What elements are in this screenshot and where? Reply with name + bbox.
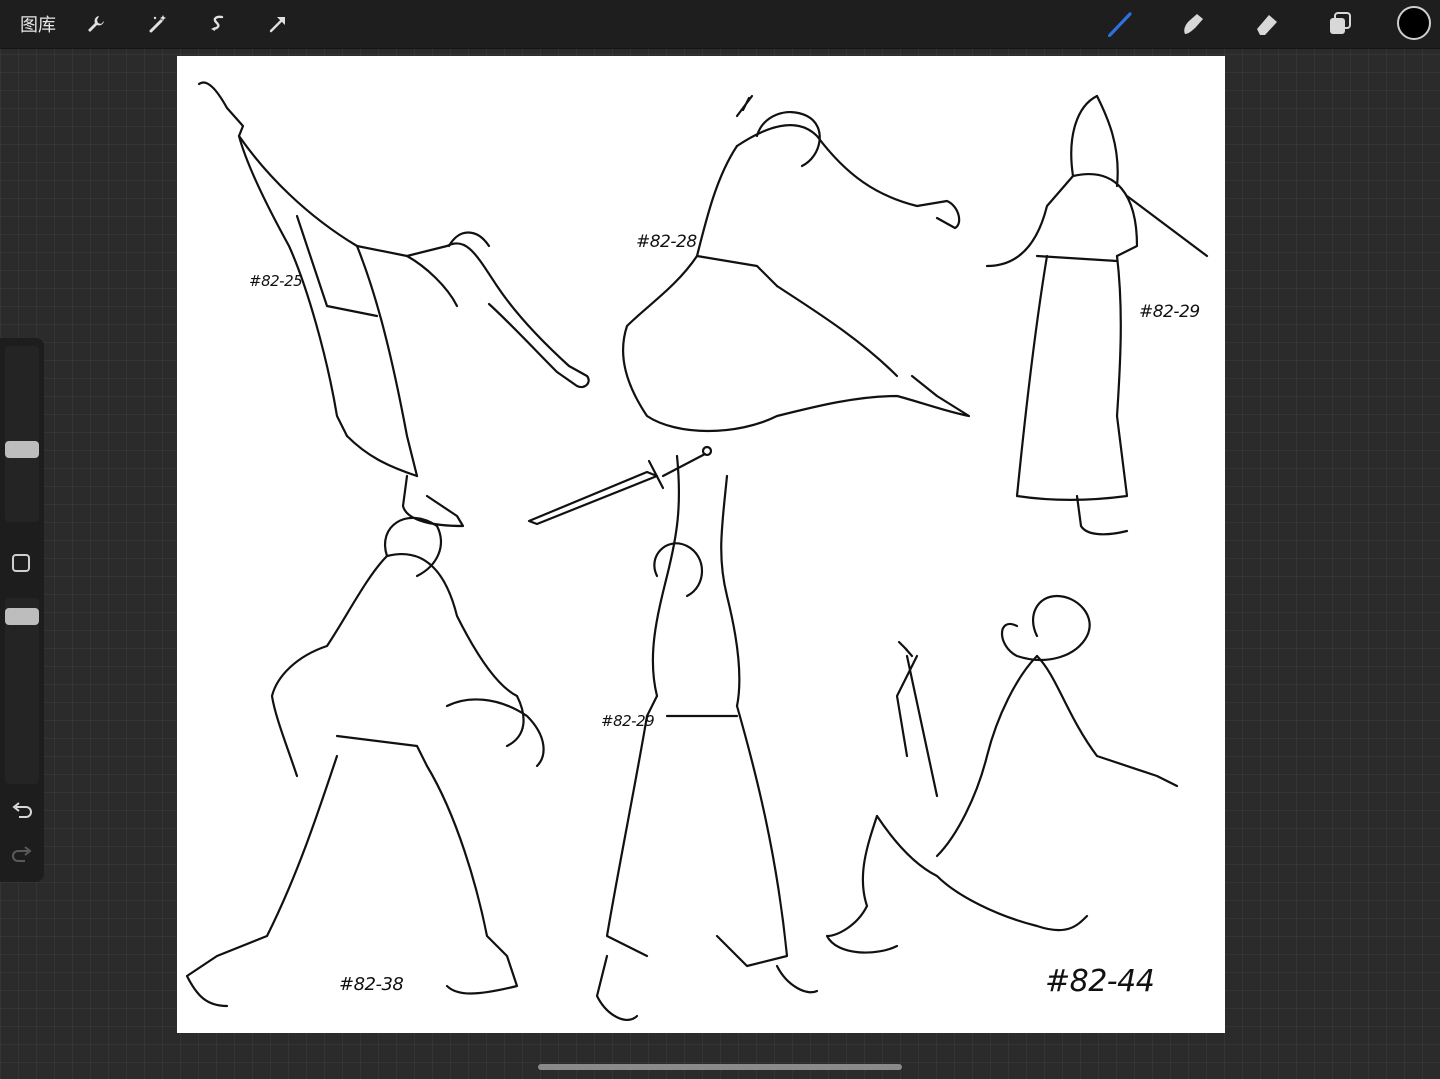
modify-button[interactable] <box>12 554 30 572</box>
figure-seated-sketch <box>825 594 1179 954</box>
side-toolbar <box>0 338 44 882</box>
sword-sketch <box>527 445 713 526</box>
transform-arrow-icon <box>269 17 285 33</box>
sketch-label-1: #82-25 <box>249 272 303 290</box>
sketch-label-4: #82-38 <box>339 974 404 995</box>
layers-icon <box>1330 12 1351 34</box>
sketch-label-6: #82-44 <box>1045 964 1155 999</box>
wrench-icon <box>88 16 104 32</box>
selection-icon <box>211 15 224 31</box>
magic-wand-icon <box>149 15 166 33</box>
home-indicator[interactable] <box>538 1064 902 1070</box>
top-toolbar: 图库 <box>0 0 1440 49</box>
transform-button[interactable] <box>260 6 296 42</box>
brush-size-thumb[interactable] <box>5 441 39 458</box>
smudge-tool-button[interactable] <box>1175 6 1211 42</box>
sketch-label-3: #82-29 <box>1139 302 1200 322</box>
selection-button[interactable] <box>200 6 236 42</box>
redo-icon[interactable] <box>11 846 33 866</box>
actions-button[interactable] <box>78 6 114 42</box>
sketch-label-5: #82-29 <box>601 712 655 730</box>
brush-tool-button[interactable] <box>1102 6 1138 42</box>
eraser-icon <box>1257 15 1277 35</box>
eraser-tool-button[interactable] <box>1249 6 1285 42</box>
gallery-button[interactable]: 图库 <box>20 11 56 37</box>
figure-turn-sketch <box>185 516 545 1008</box>
figure-lunge-sketch <box>622 94 971 433</box>
undo-icon[interactable] <box>11 802 33 822</box>
adjustments-button[interactable] <box>140 6 176 42</box>
opacity-thumb[interactable] <box>5 608 39 625</box>
figure-raise-sketch <box>595 454 819 1022</box>
layers-button[interactable] <box>1322 6 1358 42</box>
drawing-canvas[interactable]: #82-25 #82-28 #82-29 #82-38 #82-29 #82-4… <box>177 56 1225 1033</box>
smudge-icon <box>1184 14 1203 34</box>
color-picker-button[interactable] <box>1397 6 1431 40</box>
figure-kick-sketch <box>197 81 590 528</box>
brush-size-slider[interactable] <box>5 346 39 522</box>
brush-icon <box>1108 12 1132 37</box>
figure-sketches <box>185 81 1209 1022</box>
sketch-label-2: #82-28 <box>636 232 697 252</box>
opacity-slider[interactable] <box>5 598 39 784</box>
